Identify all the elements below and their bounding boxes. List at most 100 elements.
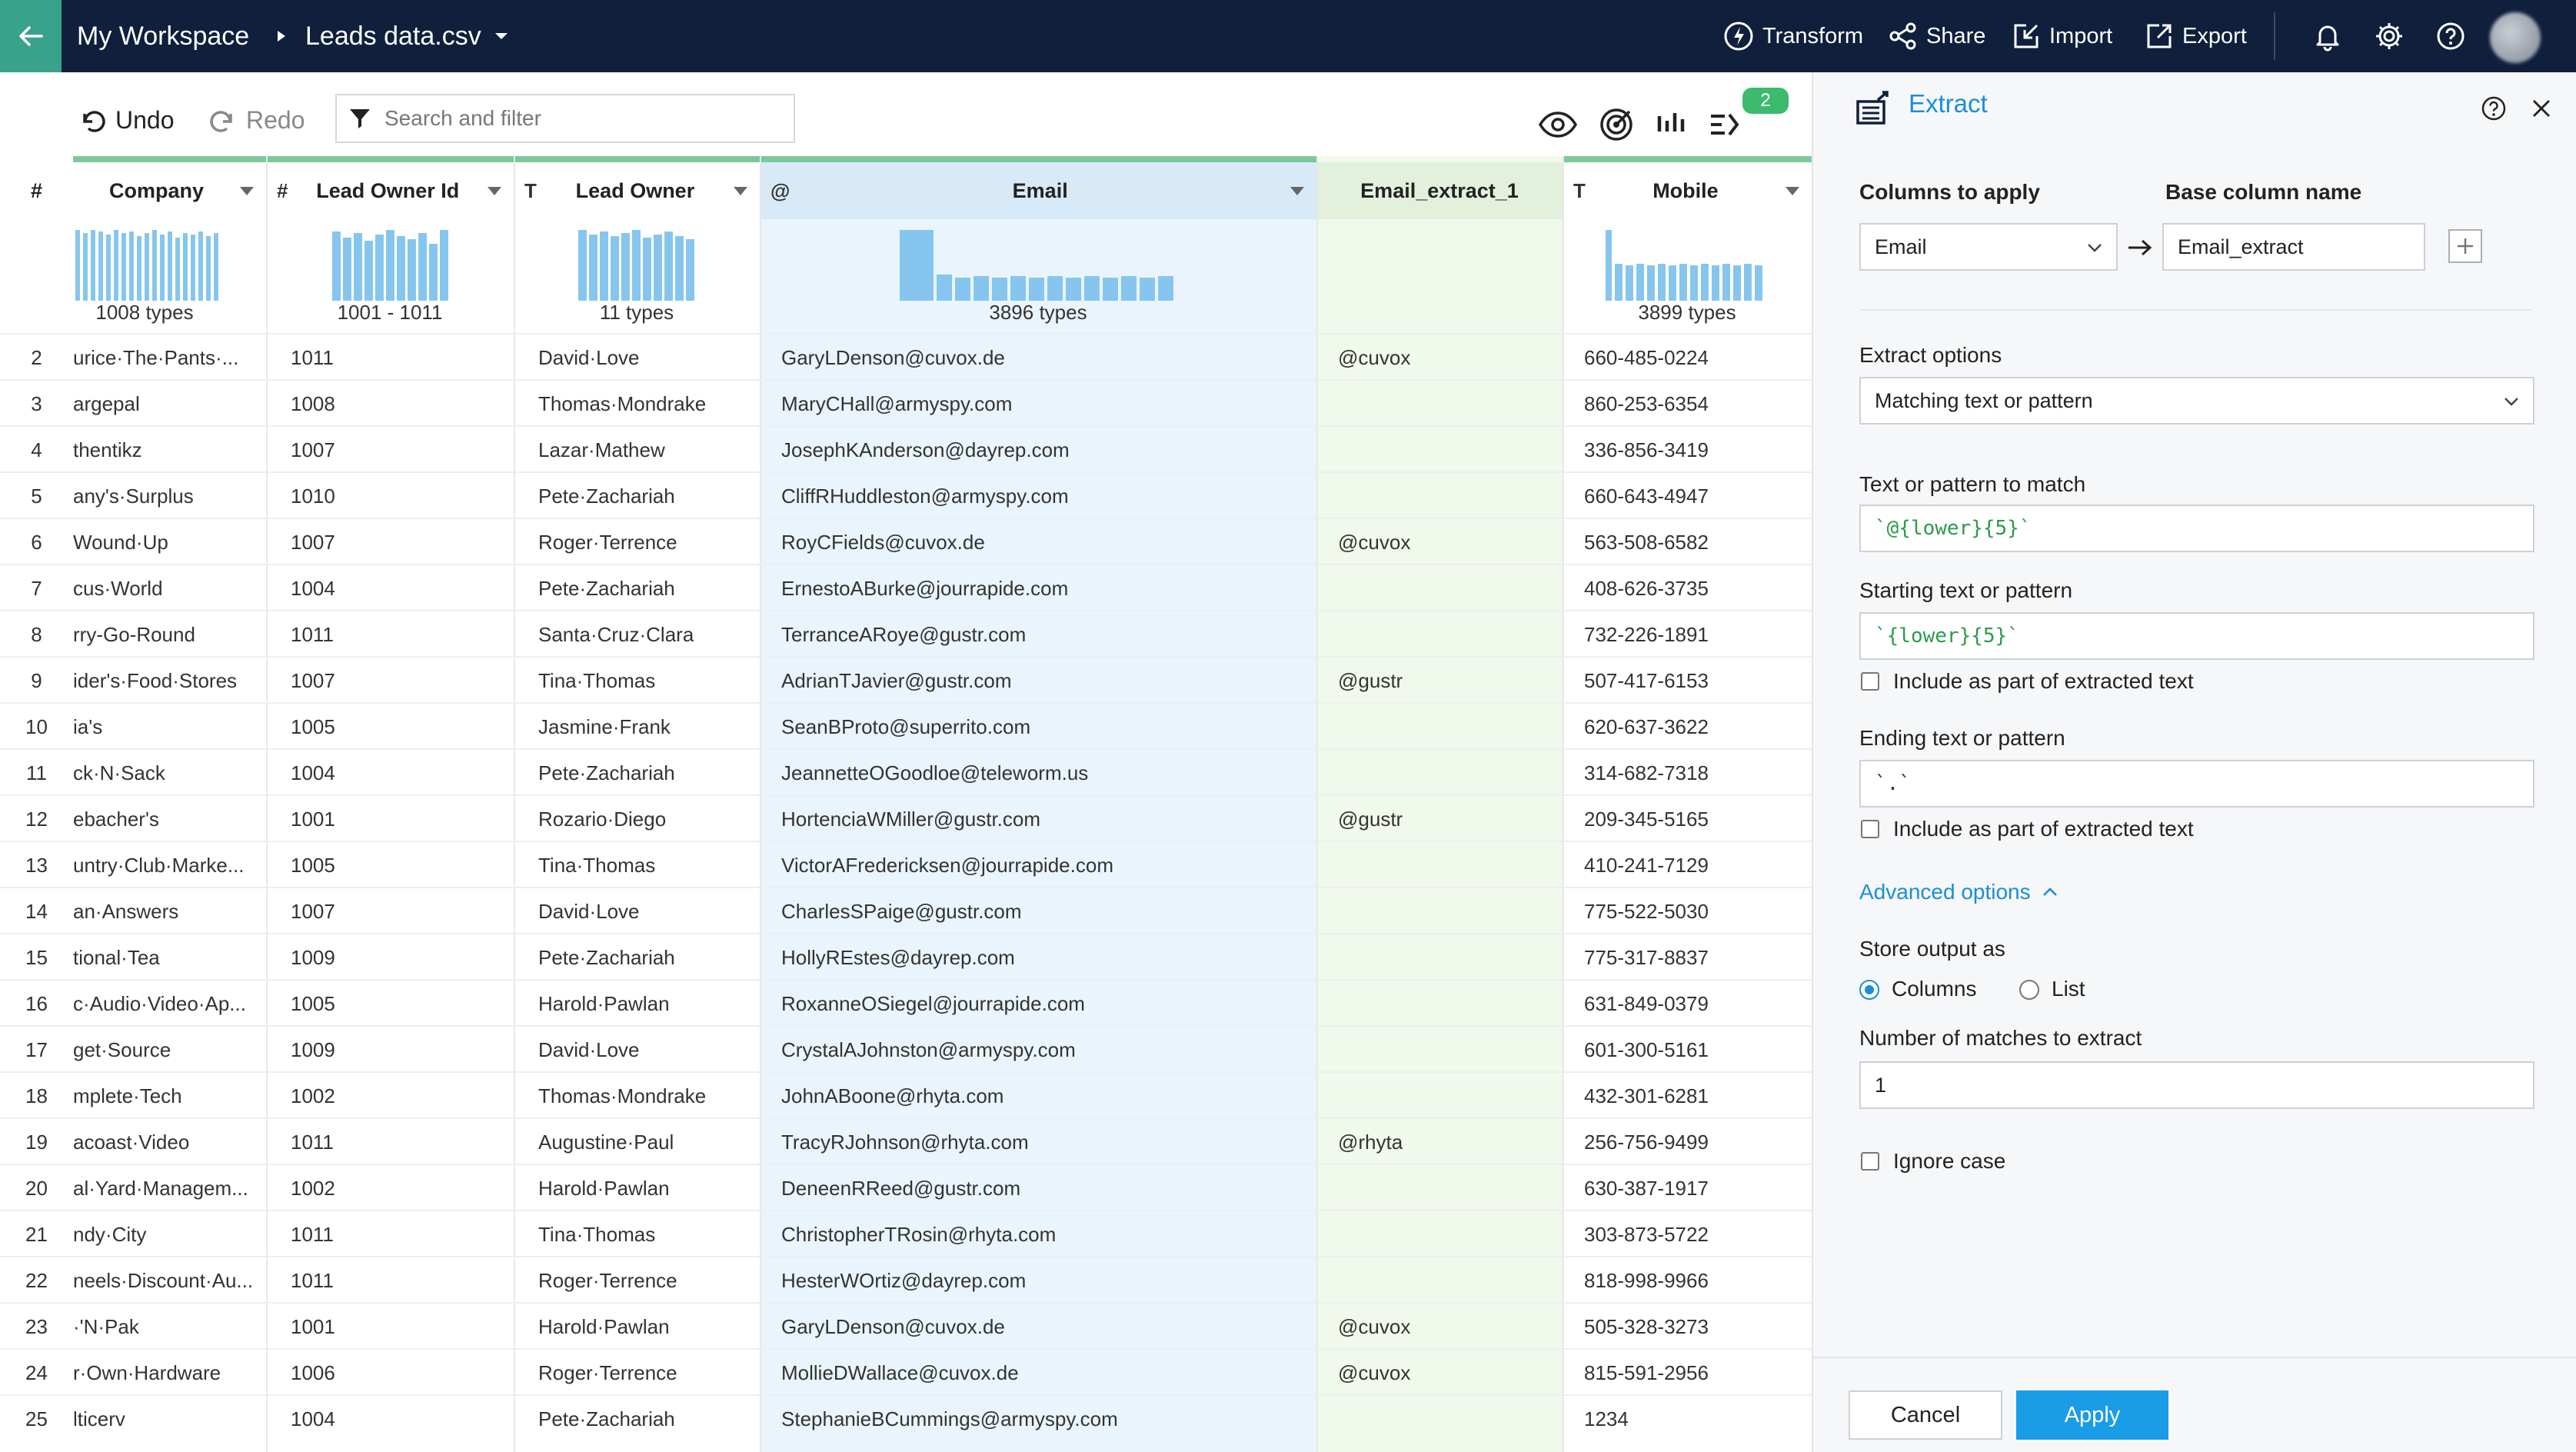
email-cell[interactable]: ErnestoABurke@jourrapide.com bbox=[760, 565, 1316, 611]
company-cell[interactable]: Wound·Up bbox=[73, 519, 266, 565]
table-row[interactable]: 15 tional·Tea 1009 Pete·Zachariah HollyREste… bbox=[0, 933, 1812, 979]
company-cell[interactable]: urice·The·Pants·... bbox=[73, 335, 266, 381]
mobile-cell[interactable]: 408-626-3735 bbox=[1563, 565, 1812, 611]
company-cell[interactable]: untry·Club·Marke... bbox=[73, 842, 266, 888]
table-row[interactable]: 13 untry·Club·Marke... 1005 Tina·Thomas Vict… bbox=[0, 841, 1812, 887]
mobile-cell[interactable]: 660-643-4947 bbox=[1563, 473, 1812, 519]
table-row[interactable]: 20 al·Yard·Managem... 1002 Harold·Pawlan Den… bbox=[0, 1164, 1812, 1210]
table-row[interactable]: 3 argepal 1008 Thomas·Mondrake MaryCHall@arm… bbox=[0, 379, 1812, 425]
email-cell[interactable]: TracyRJohnson@rhyta.com bbox=[760, 1119, 1316, 1165]
transform-button[interactable]: Transform bbox=[1722, 0, 1863, 72]
email-extract-cell[interactable]: @rhyta bbox=[1316, 1119, 1563, 1165]
lead-owner-cell[interactable]: David·Love bbox=[514, 888, 760, 934]
company-cell[interactable]: rry-Go-Round bbox=[73, 611, 266, 658]
lead-owner-id-cell[interactable]: 1011 bbox=[266, 1211, 514, 1257]
company-cell[interactable]: ebacher's bbox=[73, 796, 266, 842]
lead-owner-cell[interactable]: Thomas·Mondrake bbox=[514, 381, 760, 427]
ignore-case-checkbox[interactable] bbox=[1861, 1152, 1879, 1171]
company-cell[interactable]: any's·Surplus bbox=[73, 473, 266, 519]
import-button[interactable]: Import bbox=[2011, 0, 2112, 72]
email-extract-cell[interactable] bbox=[1316, 704, 1563, 750]
email-extract-cell[interactable] bbox=[1316, 1165, 1563, 1211]
lead-owner-id-cell[interactable]: 1009 bbox=[266, 934, 514, 981]
history-steps-icon[interactable] bbox=[1704, 103, 1747, 146]
email-cell[interactable]: RoxanneOSiegel@jourrapide.com bbox=[760, 981, 1316, 1027]
lead-owner-cell[interactable]: Harold·Pawlan bbox=[514, 1304, 760, 1350]
company-cell[interactable]: neels·Discount·Au... bbox=[73, 1257, 266, 1304]
email-cell[interactable]: GaryLDenson@cuvox.de bbox=[760, 1304, 1316, 1350]
lead-owner-cell[interactable]: Lazar·Mathew bbox=[514, 427, 760, 473]
email-extract-cell[interactable] bbox=[1316, 888, 1563, 934]
lead-owner-id-cell[interactable]: 1005 bbox=[266, 981, 514, 1027]
store-columns-radio[interactable] bbox=[1859, 980, 1879, 1000]
email-cell[interactable]: JohnABoone@rhyta.com bbox=[760, 1073, 1316, 1119]
email-cell[interactable]: DeneenRReed@gustr.com bbox=[760, 1165, 1316, 1211]
company-cell[interactable]: acoast·Video bbox=[73, 1119, 266, 1165]
mobile-cell[interactable]: 314-682-7318 bbox=[1563, 750, 1812, 796]
email-extract-cell[interactable]: @cuvox bbox=[1316, 1304, 1563, 1350]
lead-owner-id-cell[interactable]: 1011 bbox=[266, 1119, 514, 1165]
table-row[interactable]: 25 lticerv 1004 Pete·Zachariah StephanieBCum… bbox=[0, 1394, 1812, 1440]
chevron-down-icon[interactable] bbox=[1786, 186, 1799, 195]
include-end-checkbox[interactable] bbox=[1861, 820, 1879, 838]
redo-button[interactable]: Redo bbox=[208, 72, 305, 168]
email-cell[interactable]: HollyREstes@dayrep.com bbox=[760, 934, 1316, 981]
company-cell[interactable]: r·Own·Hardware bbox=[73, 1350, 266, 1396]
company-cell[interactable]: argepal bbox=[73, 381, 266, 427]
include-start-checkbox[interactable] bbox=[1861, 672, 1879, 691]
email-cell[interactable]: CliffRHuddleston@armyspy.com bbox=[760, 473, 1316, 519]
lead-owner-id-cell[interactable]: 1001 bbox=[266, 796, 514, 842]
mobile-cell[interactable]: 732-226-1891 bbox=[1563, 611, 1812, 658]
email-cell[interactable]: MollieDWallace@cuvox.de bbox=[760, 1350, 1316, 1396]
advanced-options-toggle[interactable]: Advanced options bbox=[1859, 880, 2058, 904]
table-row[interactable]: 24 r·Own·Hardware 1006 Roger·Terrence Mollie… bbox=[0, 1348, 1812, 1394]
email-extract-cell[interactable] bbox=[1316, 842, 1563, 888]
apply-button[interactable]: Apply bbox=[2016, 1390, 2168, 1440]
company-cell[interactable]: ider's·Food·Stores bbox=[73, 658, 266, 704]
search-filter-box[interactable] bbox=[335, 94, 795, 143]
lead-owner-id-cell[interactable]: 1001 bbox=[266, 1304, 514, 1350]
company-cell[interactable]: an·Answers bbox=[73, 888, 266, 934]
table-row[interactable]: 2 urice·The·Pants·... 1011 David·Love GaryLD… bbox=[0, 333, 1812, 379]
company-cell[interactable]: c·Audio·Video·Ap... bbox=[73, 981, 266, 1027]
mobile-cell[interactable]: 1234 bbox=[1563, 1396, 1812, 1442]
column-header-email[interactable]: @ Email bbox=[760, 162, 1316, 219]
lead-owner-cell[interactable]: Roger·Terrence bbox=[514, 519, 760, 565]
table-row[interactable]: 11 ck·N·Sack 1004 Pete·Zachariah JeannetteOG… bbox=[0, 748, 1812, 794]
email-cell[interactable]: StephanieBCummings@armyspy.com bbox=[760, 1396, 1316, 1442]
email-extract-cell[interactable] bbox=[1316, 1211, 1563, 1257]
lead-owner-id-cell[interactable]: 1007 bbox=[266, 888, 514, 934]
company-cell[interactable]: ck·N·Sack bbox=[73, 750, 266, 796]
lead-owner-id-cell[interactable]: 1010 bbox=[266, 473, 514, 519]
lead-owner-cell[interactable]: Pete·Zachariah bbox=[514, 934, 760, 981]
lead-owner-cell[interactable]: Tina·Thomas bbox=[514, 842, 760, 888]
column-select[interactable]: Email bbox=[1859, 223, 2118, 271]
table-row[interactable]: 18 mplete·Tech 1002 Thomas·Mondrake JohnABoo… bbox=[0, 1071, 1812, 1117]
end-pattern-input[interactable]: `.` bbox=[1859, 760, 2534, 808]
lead-owner-id-cell[interactable]: 1007 bbox=[266, 658, 514, 704]
email-extract-cell[interactable] bbox=[1316, 611, 1563, 658]
breadcrumb-workspace[interactable]: My Workspace bbox=[77, 0, 249, 72]
lead-owner-cell[interactable]: Harold·Pawlan bbox=[514, 981, 760, 1027]
breadcrumb-file[interactable]: Leads data.csv bbox=[305, 0, 481, 72]
company-cell[interactable]: cus·World bbox=[73, 565, 266, 611]
email-cell[interactable]: VictorAFredericksen@jourrapide.com bbox=[760, 842, 1316, 888]
lead-owner-id-cell[interactable]: 1002 bbox=[266, 1073, 514, 1119]
mobile-cell[interactable]: 601-300-5161 bbox=[1563, 1027, 1812, 1073]
chevron-down-icon[interactable] bbox=[240, 186, 254, 195]
email-extract-cell[interactable] bbox=[1316, 981, 1563, 1027]
mobile-cell[interactable]: 818-998-9966 bbox=[1563, 1257, 1812, 1304]
mobile-cell[interactable]: 775-522-5030 bbox=[1563, 888, 1812, 934]
column-stats-icon[interactable] bbox=[1650, 103, 1693, 146]
lead-owner-id-cell[interactable]: 1011 bbox=[266, 335, 514, 381]
table-row[interactable]: 16 c·Audio·Video·Ap... 1005 Harold·Pawlan Ro… bbox=[0, 979, 1812, 1025]
mobile-cell[interactable]: 630-387-1917 bbox=[1563, 1165, 1812, 1211]
company-cell[interactable]: tional·Tea bbox=[73, 934, 266, 981]
mobile-cell[interactable]: 256-756-9499 bbox=[1563, 1119, 1812, 1165]
table-row[interactable]: 21 ndy·City 1011 Tina·Thomas ChristopherTRos… bbox=[0, 1210, 1812, 1256]
mobile-cell[interactable]: 631-849-0379 bbox=[1563, 981, 1812, 1027]
export-button[interactable]: Export bbox=[2144, 0, 2247, 72]
help-icon[interactable] bbox=[2434, 19, 2468, 53]
company-cell[interactable]: ·'N·Pak bbox=[73, 1304, 266, 1350]
table-row[interactable]: 6 Wound·Up 1007 Roger·Terrence RoyCFields@cu… bbox=[0, 518, 1812, 564]
